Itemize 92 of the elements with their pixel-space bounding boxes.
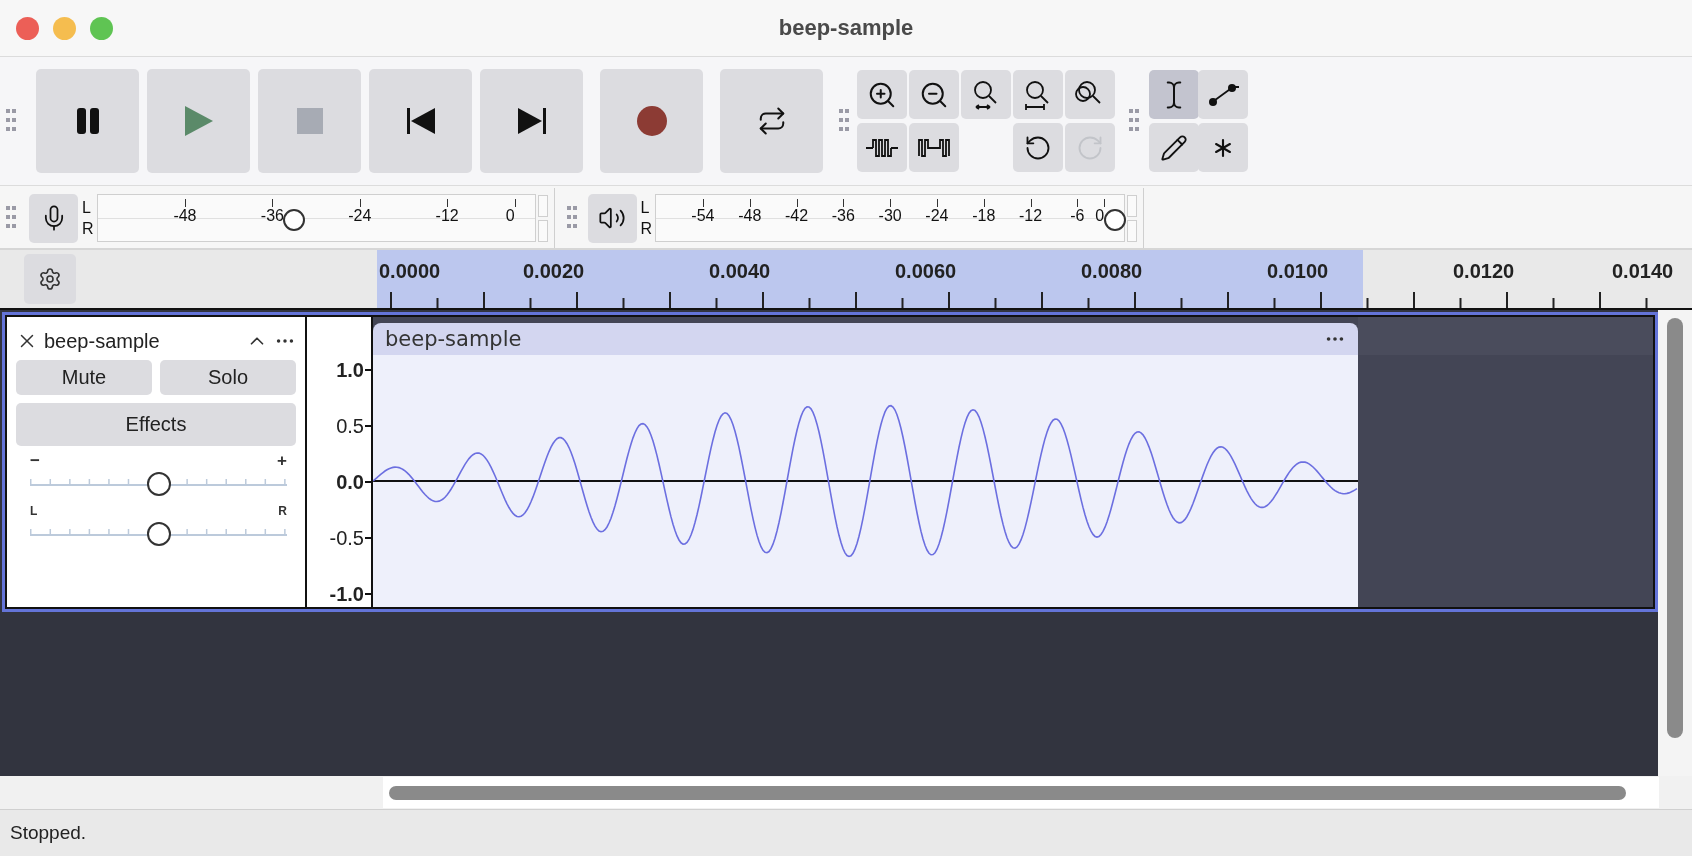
effects-button[interactable]: Effects bbox=[16, 403, 296, 446]
zoom-in-button[interactable] bbox=[857, 70, 907, 119]
grip-handle[interactable] bbox=[6, 206, 16, 230]
record-icon bbox=[636, 106, 667, 136]
meter-tick-label: -24 bbox=[925, 206, 949, 225]
horizontal-scrollbar[interactable] bbox=[383, 777, 1659, 808]
grip-handle[interactable] bbox=[6, 109, 16, 133]
solo-button[interactable]: Solo bbox=[160, 360, 296, 395]
meter-tick-label: -12 bbox=[435, 206, 459, 225]
meter-tick-label: -6 bbox=[1070, 206, 1085, 225]
silence-button[interactable] bbox=[909, 123, 959, 172]
ruler-label: 0.0100 bbox=[1267, 260, 1329, 283]
undo-button[interactable] bbox=[1013, 123, 1063, 172]
ruler-label: 0.0080 bbox=[1081, 260, 1143, 283]
trim-audio-icon bbox=[866, 136, 898, 159]
record-button[interactable] bbox=[600, 69, 703, 173]
meter-tick-label: -54 bbox=[691, 206, 715, 225]
grip-handle[interactable] bbox=[839, 109, 849, 133]
channel-label: L bbox=[82, 198, 92, 218]
clip-indicator bbox=[1127, 219, 1138, 242]
meter-tick-label: -48 bbox=[173, 206, 197, 225]
settings-button[interactable] bbox=[24, 254, 76, 304]
stop-icon bbox=[296, 108, 323, 134]
draw-tool-button[interactable] bbox=[1149, 123, 1199, 172]
vertical-scrollbar[interactable] bbox=[1658, 310, 1692, 776]
pause-button[interactable] bbox=[36, 69, 139, 173]
grip-handle[interactable] bbox=[1129, 109, 1139, 133]
zoom-out-button[interactable] bbox=[909, 70, 959, 119]
skip-to-start-icon bbox=[406, 108, 435, 134]
play-icon bbox=[184, 106, 213, 136]
skip-to-end-icon bbox=[517, 108, 546, 134]
envelope-tool-button[interactable] bbox=[1198, 70, 1248, 119]
scale-label: 0.0 bbox=[336, 470, 364, 494]
mute-button[interactable]: Mute bbox=[16, 360, 152, 395]
meter-tick-label: -42 bbox=[784, 206, 809, 225]
speaker-button[interactable] bbox=[587, 193, 637, 243]
window-title: beep-sample bbox=[778, 15, 914, 41]
fit-selection-button[interactable] bbox=[961, 70, 1011, 119]
clip-indicator bbox=[537, 194, 548, 217]
settings-icon bbox=[38, 267, 62, 291]
fit-project-button[interactable] bbox=[1013, 70, 1063, 119]
track-name[interactable]: beep-sample bbox=[44, 329, 240, 353]
ruler-label: 0.0120 bbox=[1453, 260, 1515, 283]
play-button[interactable] bbox=[147, 69, 250, 173]
meter-tick-label: -30 bbox=[878, 206, 902, 225]
pan-slider[interactable] bbox=[30, 520, 287, 546]
clip-header[interactable]: beep-sample bbox=[373, 323, 1358, 355]
slider-max-label: + bbox=[277, 452, 287, 470]
volume-slider-thumb[interactable] bbox=[283, 209, 306, 231]
meter-tick-label: -36 bbox=[831, 206, 855, 225]
clip-indicator bbox=[1127, 194, 1138, 217]
clip-name: beep-sample bbox=[385, 327, 522, 351]
status-text: Stopped. bbox=[10, 822, 87, 844]
ruler-label: 0.0140 bbox=[1612, 260, 1674, 283]
slider-min-label: L bbox=[30, 503, 38, 520]
scale-label: -1.0 bbox=[329, 582, 364, 606]
scale-label: 1.0 bbox=[336, 358, 364, 382]
meter-tick-label: 0 bbox=[1095, 206, 1105, 225]
meter-tick-label: -12 bbox=[1018, 206, 1043, 225]
ruler-label: 0.0020 bbox=[523, 260, 585, 283]
ruler-label: 0.0000 bbox=[379, 260, 441, 283]
pause-icon bbox=[75, 108, 100, 134]
grip-handle[interactable] bbox=[566, 206, 577, 230]
volume-slider-thumb[interactable] bbox=[1103, 209, 1126, 231]
slider-thumb[interactable] bbox=[146, 472, 171, 496]
slider-thumb[interactable] bbox=[146, 522, 171, 546]
slider-max-label: R bbox=[278, 503, 287, 520]
scale-label: -0.5 bbox=[329, 526, 364, 550]
multi-tool-button[interactable] bbox=[1198, 123, 1248, 172]
pencil-icon bbox=[1160, 133, 1188, 162]
channel-label: L bbox=[640, 198, 651, 218]
gain-slider[interactable] bbox=[30, 470, 287, 496]
zoom-toggle-button[interactable] bbox=[1065, 70, 1115, 119]
clip-indicator bbox=[537, 219, 548, 242]
meter-tick-label: -18 bbox=[972, 206, 996, 225]
scale-label: 0.5 bbox=[336, 414, 364, 438]
skip-end-button[interactable] bbox=[480, 69, 583, 173]
meter-tick-label: -24 bbox=[348, 206, 372, 225]
ruler-label: 0.0040 bbox=[709, 260, 771, 283]
meter-tick-label: -48 bbox=[738, 206, 762, 225]
meter-tick-label: 0 bbox=[505, 206, 515, 225]
channel-label: R bbox=[640, 219, 653, 239]
ruler-label: 0.0060 bbox=[895, 260, 957, 283]
slider-min-label: − bbox=[30, 452, 40, 470]
select-tool-button[interactable] bbox=[1149, 70, 1199, 119]
trim-button[interactable] bbox=[857, 123, 907, 172]
meter-tick-label: -36 bbox=[260, 206, 284, 225]
silence-audio-icon bbox=[918, 136, 950, 159]
channel-label: R bbox=[82, 219, 94, 239]
skip-start-button[interactable] bbox=[369, 69, 472, 173]
close-window-button[interactable] bbox=[16, 17, 39, 40]
microphone-button[interactable] bbox=[29, 193, 78, 243]
